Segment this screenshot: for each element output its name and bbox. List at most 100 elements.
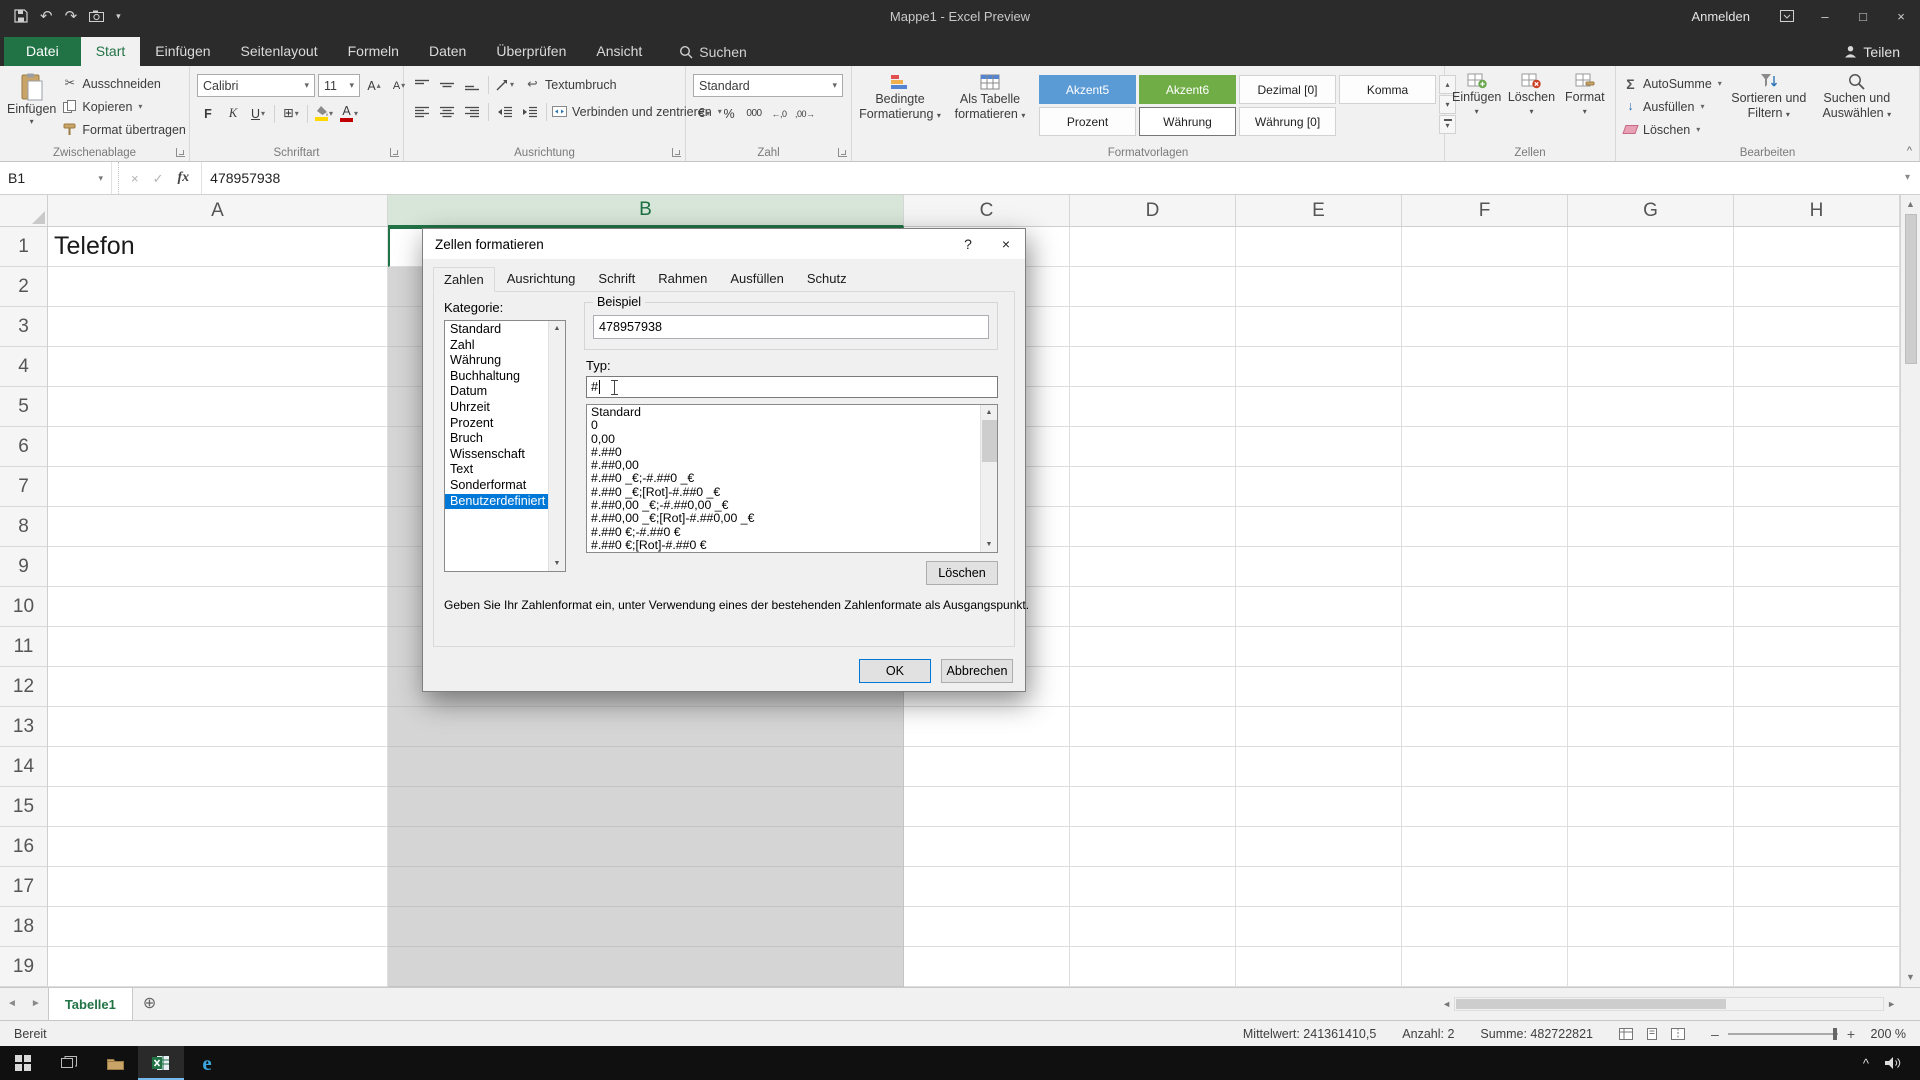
paste-dropdown-icon[interactable]: ▾	[30, 118, 34, 126]
cell-e11[interactable]	[1236, 627, 1402, 667]
column-header-c[interactable]: C	[904, 195, 1070, 227]
cell-a11[interactable]	[48, 627, 388, 667]
format-option-8[interactable]: #.##0,00 _€;[Rot]-#.##0,00 _€	[587, 512, 980, 525]
cell-d9[interactable]	[1070, 547, 1236, 587]
dialog-tab-rahmen[interactable]: Rahmen	[647, 266, 718, 291]
type-input[interactable]: #	[586, 376, 998, 398]
cell-e9[interactable]	[1236, 547, 1402, 587]
task-view-icon[interactable]	[46, 1046, 92, 1080]
column-header-a[interactable]: A	[48, 195, 388, 227]
zoom-level[interactable]: 200 %	[1864, 1027, 1906, 1041]
cell-g8[interactable]	[1568, 507, 1734, 547]
cell-d6[interactable]	[1070, 427, 1236, 467]
cell-b17[interactable]	[388, 867, 904, 907]
cell-f10[interactable]	[1402, 587, 1568, 627]
cell-e13[interactable]	[1236, 707, 1402, 747]
cell-a6[interactable]	[48, 427, 388, 467]
new-sheet-icon[interactable]: ⊕	[143, 996, 156, 1012]
cell-d19[interactable]	[1070, 947, 1236, 987]
cell-a7[interactable]	[48, 467, 388, 507]
minimize-icon[interactable]: –	[1806, 0, 1844, 32]
column-header-b[interactable]: B	[388, 195, 904, 227]
cell-h10[interactable]	[1734, 587, 1900, 627]
style-wahrung-0[interactable]: Währung [0]	[1239, 107, 1336, 136]
format-option-9[interactable]: #.##0 €;-#.##0 €	[587, 526, 980, 539]
font-color-button[interactable]: A▾	[338, 103, 360, 124]
format-option-1[interactable]: 0	[587, 419, 980, 432]
cell-b15[interactable]	[388, 787, 904, 827]
cell-h14[interactable]	[1734, 747, 1900, 787]
cell-f5[interactable]	[1402, 387, 1568, 427]
cell-a5[interactable]	[48, 387, 388, 427]
cell-g5[interactable]	[1568, 387, 1734, 427]
ribbon-tab-formeln[interactable]: Formeln	[333, 37, 414, 66]
cell-f11[interactable]	[1402, 627, 1568, 667]
increase-font-button[interactable]: A▴	[363, 75, 385, 96]
dialog-tab-ausfullen[interactable]: Ausfüllen	[719, 266, 794, 291]
cell-a4[interactable]	[48, 347, 388, 387]
sheet-tab-tabelle1[interactable]: Tabelle1	[48, 988, 133, 1020]
column-header-h[interactable]: H	[1734, 195, 1900, 227]
format-option-10[interactable]: #.##0 €;[Rot]-#.##0 €	[587, 539, 980, 552]
row-header-16[interactable]: 16	[0, 827, 48, 867]
orientation-button[interactable]: ▾	[494, 74, 516, 95]
cell-b18[interactable]	[388, 907, 904, 947]
cell-h16[interactable]	[1734, 827, 1900, 867]
row-header-5[interactable]: 5	[0, 387, 48, 427]
column-header-g[interactable]: G	[1568, 195, 1734, 227]
cell-d12[interactable]	[1070, 667, 1236, 707]
format-option-6[interactable]: #.##0 _€;[Rot]-#.##0 _€	[587, 486, 980, 499]
cell-g3[interactable]	[1568, 307, 1734, 347]
cell-g9[interactable]	[1568, 547, 1734, 587]
cell-d4[interactable]	[1070, 347, 1236, 387]
cell-e7[interactable]	[1236, 467, 1402, 507]
format-option-4[interactable]: #.##0,00	[587, 459, 980, 472]
cell-g2[interactable]	[1568, 267, 1734, 307]
cell-e17[interactable]	[1236, 867, 1402, 907]
dialog-close-icon[interactable]: ×	[987, 229, 1025, 259]
column-header-f[interactable]: F	[1402, 195, 1568, 227]
formula-bar-expand-icon[interactable]: ▾	[1895, 162, 1920, 194]
ribbon-tab-seitenlayout[interactable]: Seitenlayout	[226, 37, 333, 66]
cell-b16[interactable]	[388, 827, 904, 867]
scroll-down-icon[interactable]: ▼	[1906, 968, 1915, 987]
number-dialog-launcher[interactable]	[838, 148, 847, 157]
cell-a1[interactable]: Telefon	[48, 227, 388, 267]
cell-g18[interactable]	[1568, 907, 1734, 947]
cell-h12[interactable]	[1734, 667, 1900, 707]
cell-a15[interactable]	[48, 787, 388, 827]
cell-d5[interactable]	[1070, 387, 1236, 427]
horizontal-scroll-thumb[interactable]	[1456, 999, 1726, 1009]
sheet-nav-left-icon[interactable]: ◄	[0, 999, 24, 1009]
format-scroll-up-icon[interactable]: ▲	[981, 405, 997, 420]
autosum-button[interactable]: ΣAutoSumme▾	[1623, 74, 1722, 93]
comma-style-button[interactable]: 000	[743, 103, 765, 124]
cell-d2[interactable]	[1070, 267, 1236, 307]
align-bottom-button[interactable]	[461, 74, 483, 95]
taskbar-excel-icon[interactable]	[138, 1046, 184, 1080]
dialog-tab-schutz[interactable]: Schutz	[796, 266, 858, 291]
formula-bar-splitter[interactable]	[112, 162, 119, 194]
file-explorer-icon[interactable]	[92, 1046, 138, 1080]
clear-button[interactable]: Löschen▾	[1623, 120, 1722, 139]
cell-c17[interactable]	[904, 867, 1070, 907]
cell-e10[interactable]	[1236, 587, 1402, 627]
cell-h1[interactable]	[1734, 227, 1900, 267]
formula-input[interactable]: 478957938	[202, 162, 1895, 194]
row-header-10[interactable]: 10	[0, 587, 48, 627]
cell-f15[interactable]	[1402, 787, 1568, 827]
cell-d17[interactable]	[1070, 867, 1236, 907]
ribbon-tab-einfugen[interactable]: Einfügen	[140, 37, 225, 66]
number-format-select[interactable]: Standard▾	[693, 74, 843, 97]
vertical-scrollbar[interactable]: ▲ ▼	[1900, 195, 1920, 987]
cell-a17[interactable]	[48, 867, 388, 907]
align-right-button[interactable]	[461, 101, 483, 122]
cell-d14[interactable]	[1070, 747, 1236, 787]
category-wissenschaft[interactable]: Wissenschaft	[445, 447, 548, 463]
cell-c16[interactable]	[904, 827, 1070, 867]
select-all-corner[interactable]	[0, 195, 48, 227]
find-select-button[interactable]: Suchen und Auswählen ▾	[1816, 71, 1898, 120]
cell-f4[interactable]	[1402, 347, 1568, 387]
scroll-up-icon[interactable]: ▲	[1906, 195, 1915, 214]
redo-icon[interactable]: ↷	[65, 9, 78, 24]
